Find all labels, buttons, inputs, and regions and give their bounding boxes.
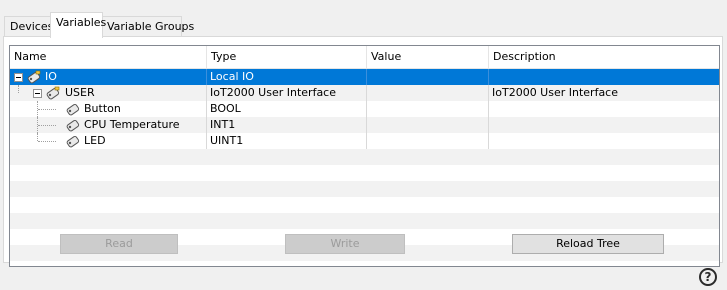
write-button[interactable]: Write: [285, 234, 405, 254]
type-cell: IoT2000 User Interface: [207, 85, 367, 101]
description-cell: [489, 69, 719, 85]
tree-row-user[interactable]: USER IoT2000 User Interface IoT2000 User…: [10, 85, 719, 101]
type-cell: UINT1: [207, 133, 367, 149]
tag-icon: [46, 86, 60, 100]
tab-variable-groups[interactable]: Variable Groups: [101, 16, 194, 36]
tab-variables[interactable]: Variables: [50, 12, 107, 38]
name-cell: LED: [10, 133, 207, 149]
description-cell: IoT2000 User Interface: [492, 86, 619, 99]
row-name: USER: [65, 86, 95, 99]
column-header-type[interactable]: Type: [207, 46, 367, 68]
empty-row: [10, 213, 719, 229]
value-cell: [367, 69, 489, 85]
read-button[interactable]: Read: [60, 234, 178, 254]
tag-icon: [27, 70, 41, 84]
grid-header: Name Type Value Description: [10, 46, 719, 69]
row-name: IO: [45, 70, 57, 83]
help-icon[interactable]: ?: [699, 268, 717, 286]
tree-row-io[interactable]: IO Local IO: [10, 69, 719, 85]
type-cell: Local IO: [207, 69, 367, 85]
tab-devices[interactable]: Devices: [4, 16, 54, 36]
tab-devices-label: Devices: [10, 20, 54, 33]
name-cell: USER: [10, 85, 207, 101]
value-cell: [367, 101, 489, 117]
column-header-value[interactable]: Value: [367, 46, 489, 68]
tree-connector: [38, 109, 56, 110]
row-name: CPU Temperature: [84, 118, 180, 131]
tree-connector: [37, 133, 38, 141]
tree-connector: [18, 85, 19, 93]
reload-tree-button[interactable]: Reload Tree: [512, 234, 664, 254]
column-header-description[interactable]: Description: [489, 46, 719, 68]
collapse-icon[interactable]: [14, 73, 23, 82]
empty-row: [10, 149, 719, 165]
tag-icon: [66, 119, 80, 132]
collapse-icon[interactable]: [33, 89, 42, 98]
row-name: Button: [84, 102, 121, 115]
tab-variables-label: Variables: [56, 16, 107, 29]
tree-row-cpu-temperature[interactable]: CPU Temperature INT1: [10, 117, 719, 133]
name-cell: IO: [10, 69, 207, 85]
empty-row: [10, 165, 719, 181]
value-cell: [367, 133, 489, 149]
variables-panel: Name Type Value Description IO Local IO: [3, 36, 723, 267]
description-cell: [489, 133, 719, 149]
type-cell: BOOL: [207, 101, 367, 117]
tag-icon: [66, 103, 80, 116]
value-cell: [367, 117, 489, 133]
tab-variable-groups-label: Variable Groups: [107, 20, 195, 33]
column-header-name[interactable]: Name: [10, 46, 207, 68]
tree-connector: [38, 125, 56, 126]
description-cell: [489, 117, 719, 133]
empty-row: [10, 197, 719, 213]
name-cell: Button: [10, 101, 207, 117]
empty-row: [10, 181, 719, 197]
name-cell: CPU Temperature: [10, 117, 207, 133]
tree-row-led[interactable]: LED UINT1: [10, 133, 719, 149]
tag-icon: [66, 135, 80, 148]
tree-connector: [38, 141, 56, 142]
row-name: LED: [84, 134, 106, 147]
value-cell: [367, 85, 489, 101]
description-cell: [489, 101, 719, 117]
tree-row-button[interactable]: Button BOOL: [10, 101, 719, 117]
type-cell: INT1: [207, 117, 367, 133]
